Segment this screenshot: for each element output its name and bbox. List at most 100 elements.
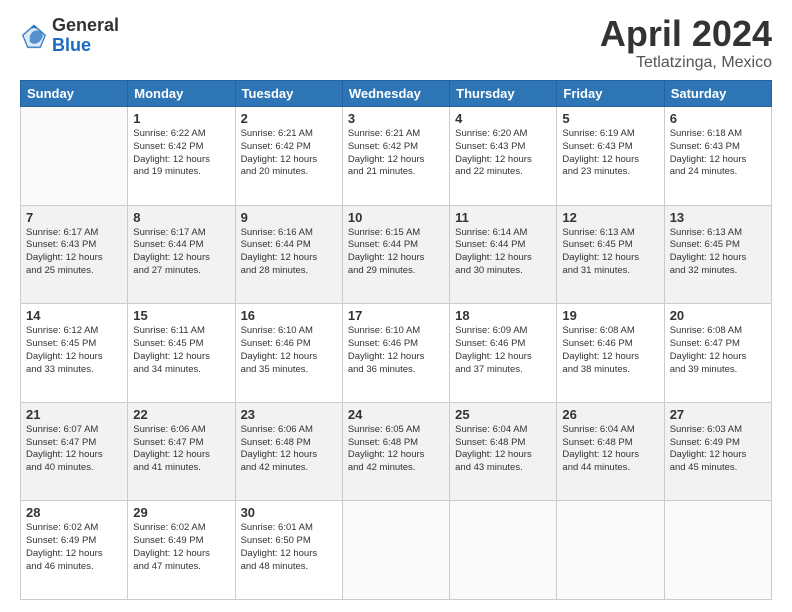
day-info: Sunrise: 6:14 AM Sunset: 6:44 PM Dayligh…	[455, 227, 551, 278]
title-month: April 2024	[600, 16, 772, 52]
table-row: 3Sunrise: 6:21 AM Sunset: 6:42 PM Daylig…	[342, 107, 449, 206]
table-row: 12 Sunrise: 6:13 AM Sunset: 6:45 PM Dayli…	[557, 205, 664, 304]
day-info: Sunrise: 6:12 AM Sunset: 6:45 PM Dayligh…	[26, 325, 122, 376]
table-row	[557, 501, 664, 600]
table-row: 17 Sunrise: 6:10 AM Sunset: 6:46 PM Dayli…	[342, 304, 449, 403]
day-number: 29	[133, 505, 229, 520]
day-number: 16	[241, 308, 337, 323]
day-number: 7	[26, 210, 122, 225]
col-friday: Friday	[557, 81, 664, 107]
table-row	[21, 107, 128, 206]
day-info: Sunrise: 6:06 AM Sunset: 6:48 PM Dayligh…	[241, 424, 337, 475]
calendar-header-row: Sunday Monday Tuesday Wednesday Thursday…	[21, 81, 772, 107]
day-number: 20	[670, 308, 766, 323]
table-row: 9 Sunrise: 6:16 AM Sunset: 6:44 PM Daylig…	[235, 205, 342, 304]
day-info: Sunrise: 6:10 AM Sunset: 6:46 PM Dayligh…	[241, 325, 337, 376]
day-info: Sunrise: 6:06 AM Sunset: 6:47 PM Dayligh…	[133, 424, 229, 475]
table-row: 1 Sunrise: 6:22 AM Sunset: 6:42 PM Daylig…	[128, 107, 235, 206]
day-info: Sunrise: 6:13 AM Sunset: 6:45 PM Dayligh…	[670, 227, 766, 278]
table-row	[450, 501, 557, 600]
calendar-week-row: 1 Sunrise: 6:22 AM Sunset: 6:42 PM Daylig…	[21, 107, 772, 206]
day-info: Sunrise: 6:05 AM Sunset: 6:48 PM Dayligh…	[348, 424, 444, 475]
day-info: Sunrise: 6:18 AM Sunset: 6:43 PM Dayligh…	[670, 128, 766, 179]
day-number: 23	[241, 407, 337, 422]
table-row: 24Sunrise: 6:05 AM Sunset: 6:48 PM Dayli…	[342, 402, 449, 501]
day-info: Sunrise: 6:22 AM Sunset: 6:42 PM Dayligh…	[133, 128, 229, 179]
day-info: Sunrise: 6:11 AM Sunset: 6:45 PM Dayligh…	[133, 325, 229, 376]
table-row: 27 Sunrise: 6:03 AM Sunset: 6:49 PM Dayli…	[664, 402, 771, 501]
logo-blue-text: Blue	[52, 36, 119, 56]
day-number: 17	[348, 308, 444, 323]
table-row: 19 Sunrise: 6:08 AM Sunset: 6:46 PM Dayli…	[557, 304, 664, 403]
table-row: 21 Sunrise: 6:07 AM Sunset: 6:47 PM Dayli…	[21, 402, 128, 501]
table-row: 23 Sunrise: 6:06 AM Sunset: 6:48 PM Dayli…	[235, 402, 342, 501]
day-info: Sunrise: 6:17 AM Sunset: 6:44 PM Dayligh…	[133, 227, 229, 278]
day-number: 25	[455, 407, 551, 422]
day-info: Sunrise: 6:13 AM Sunset: 6:45 PM Dayligh…	[562, 227, 658, 278]
day-info: Sunrise: 6:02 AM Sunset: 6:49 PM Dayligh…	[133, 522, 229, 573]
table-row: 8 Sunrise: 6:17 AM Sunset: 6:44 PM Daylig…	[128, 205, 235, 304]
day-number: 30	[241, 505, 337, 520]
logo-text: General Blue	[52, 16, 119, 56]
table-row: 22 Sunrise: 6:06 AM Sunset: 6:47 PM Dayli…	[128, 402, 235, 501]
day-number: 22	[133, 407, 229, 422]
day-number: 14	[26, 308, 122, 323]
table-row: 29 Sunrise: 6:02 AM Sunset: 6:49 PM Dayli…	[128, 501, 235, 600]
table-row: 10 Sunrise: 6:15 AM Sunset: 6:44 PM Dayli…	[342, 205, 449, 304]
table-row: 13 Sunrise: 6:13 AM Sunset: 6:45 PM Dayli…	[664, 205, 771, 304]
day-info: Sunrise: 6:10 AM Sunset: 6:46 PM Dayligh…	[348, 325, 444, 376]
day-info: Sunrise: 6:16 AM Sunset: 6:44 PM Dayligh…	[241, 227, 337, 278]
col-monday: Monday	[128, 81, 235, 107]
calendar-table: Sunday Monday Tuesday Wednesday Thursday…	[20, 80, 772, 600]
day-info: Sunrise: 6:08 AM Sunset: 6:46 PM Dayligh…	[562, 325, 658, 376]
day-number: 26	[562, 407, 658, 422]
calendar-week-row: 28 Sunrise: 6:02 AM Sunset: 6:49 PM Dayli…	[21, 501, 772, 600]
table-row: 30 Sunrise: 6:01 AM Sunset: 6:50 PM Dayli…	[235, 501, 342, 600]
day-info: Sunrise: 6:04 AM Sunset: 6:48 PM Dayligh…	[455, 424, 551, 475]
day-info: Sunrise: 6:03 AM Sunset: 6:49 PM Dayligh…	[670, 424, 766, 475]
table-row: 15 Sunrise: 6:11 AM Sunset: 6:45 PM Dayli…	[128, 304, 235, 403]
day-number: 15	[133, 308, 229, 323]
day-info: Sunrise: 6:15 AM Sunset: 6:44 PM Dayligh…	[348, 227, 444, 278]
day-number: 28	[26, 505, 122, 520]
day-number: 10	[348, 210, 444, 225]
table-row: 18 Sunrise: 6:09 AM Sunset: 6:46 PM Dayli…	[450, 304, 557, 403]
day-info: Sunrise: 6:17 AM Sunset: 6:43 PM Dayligh…	[26, 227, 122, 278]
day-number: 1	[133, 111, 229, 126]
day-number: 18	[455, 308, 551, 323]
day-number: 8	[133, 210, 229, 225]
day-number: 6	[670, 111, 766, 126]
col-thursday: Thursday	[450, 81, 557, 107]
day-info: Sunrise: 6:07 AM Sunset: 6:47 PM Dayligh…	[26, 424, 122, 475]
calendar-week-row: 7 Sunrise: 6:17 AM Sunset: 6:43 PM Daylig…	[21, 205, 772, 304]
day-info: Sunrise: 6:21 AM Sunset: 6:42 PM Dayligh…	[348, 128, 444, 179]
table-row	[342, 501, 449, 600]
table-row: 2Sunrise: 6:21 AM Sunset: 6:42 PM Daylig…	[235, 107, 342, 206]
day-number: 19	[562, 308, 658, 323]
day-info: Sunrise: 6:09 AM Sunset: 6:46 PM Dayligh…	[455, 325, 551, 376]
table-row: 14 Sunrise: 6:12 AM Sunset: 6:45 PM Dayli…	[21, 304, 128, 403]
day-number: 21	[26, 407, 122, 422]
table-row: 4 Sunrise: 6:20 AM Sunset: 6:43 PM Daylig…	[450, 107, 557, 206]
day-info: Sunrise: 6:01 AM Sunset: 6:50 PM Dayligh…	[241, 522, 337, 573]
logo-general-text: General	[52, 16, 119, 36]
table-row: 16 Sunrise: 6:10 AM Sunset: 6:46 PM Dayli…	[235, 304, 342, 403]
table-row: 20 Sunrise: 6:08 AM Sunset: 6:47 PM Dayli…	[664, 304, 771, 403]
day-info: Sunrise: 6:21 AM Sunset: 6:42 PM Dayligh…	[241, 128, 337, 179]
day-info: Sunrise: 6:04 AM Sunset: 6:48 PM Dayligh…	[562, 424, 658, 475]
day-number: 5	[562, 111, 658, 126]
day-info: Sunrise: 6:20 AM Sunset: 6:43 PM Dayligh…	[455, 128, 551, 179]
table-row	[664, 501, 771, 600]
day-number: 9	[241, 210, 337, 225]
table-row: 28Sunrise: 6:02 AM Sunset: 6:49 PM Dayli…	[21, 501, 128, 600]
day-number: 12	[562, 210, 658, 225]
day-info: Sunrise: 6:19 AM Sunset: 6:43 PM Dayligh…	[562, 128, 658, 179]
day-number: 4	[455, 111, 551, 126]
day-number: 27	[670, 407, 766, 422]
day-info: Sunrise: 6:08 AM Sunset: 6:47 PM Dayligh…	[670, 325, 766, 376]
day-number: 13	[670, 210, 766, 225]
title-block: April 2024 Tetlatzinga, Mexico	[600, 16, 772, 72]
logo: General Blue	[20, 16, 119, 56]
table-row: 25 Sunrise: 6:04 AM Sunset: 6:48 PM Dayli…	[450, 402, 557, 501]
table-row: 7 Sunrise: 6:17 AM Sunset: 6:43 PM Daylig…	[21, 205, 128, 304]
